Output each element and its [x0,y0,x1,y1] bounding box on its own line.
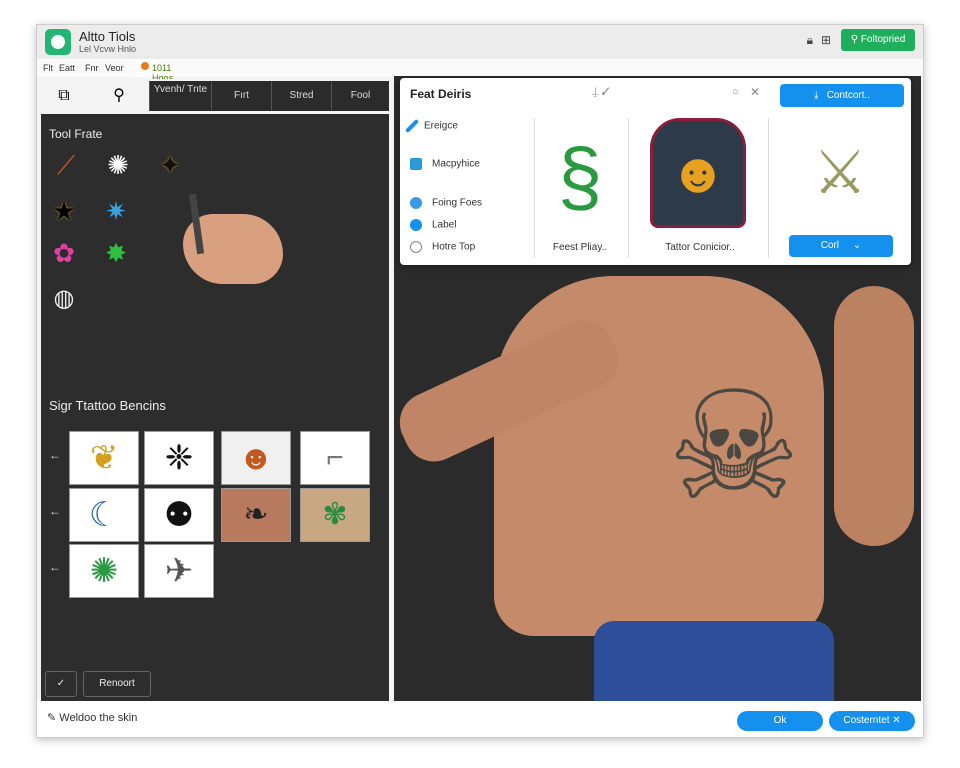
app-logo [45,29,71,55]
design-thumb[interactable]: ⌐ [300,431,370,485]
tab-3[interactable]: Fool [331,81,389,111]
design-thumb[interactable]: ✈ [144,544,214,598]
design-thumb[interactable]: ❈ [144,431,214,485]
sun-tool-icon[interactable]: ✺ [103,150,133,180]
app-title: Altto Tiols [79,29,136,44]
menu-find[interactable]: Fnr [85,63,99,73]
footer-bar: ✎ Weldoo the skin Ok Costerntet ✕ [37,701,923,737]
left-panel: Tool Frate ⟋ ✺ ✦ ★ ✷ ✿ ✸ ◍ Sigr Ttattoo … [41,114,389,701]
tab-2[interactable]: Stred [271,81,331,111]
skull-design[interactable]: ☻ [650,118,746,228]
snake-design[interactable]: § [550,118,610,236]
popup-title: Feat Deiris [410,87,472,101]
star-tool-icon[interactable]: ★ [49,196,79,226]
contact-button[interactable]: ⤓ Contcort.. [780,84,904,107]
search-icon[interactable]: ⚲ [91,81,147,111]
dot-icon [141,62,149,70]
contact-label: Contcort.. [826,90,871,101]
hint-text: Weldoo the skin [59,712,138,724]
thumb-caption: Feest Pliay.. [552,242,608,253]
list-item[interactable]: Macpyhice [410,158,480,170]
settings-icon[interactable]: ○ [732,86,739,98]
cancel-button[interactable]: Costerntet ✕ [829,711,915,731]
send-icon[interactable]: ✓ [45,671,77,697]
design-thumb[interactable]: ⚉ [144,488,214,542]
arrow-left-icon[interactable]: ← [49,560,61,574]
design-thumb[interactable]: ✺ [69,544,139,598]
toolbar: ⧉ ⚲ Yvenh/ Tnte Fırt Stred Fool [41,79,389,113]
dagger-design[interactable]: ⚔ [785,118,895,228]
design-thumb[interactable]: ☾ [69,488,139,542]
list-item[interactable]: Label [410,219,456,231]
compass-tool-icon[interactable]: ◍ [49,284,79,314]
share-label: Foltopried [860,34,906,45]
report-button[interactable]: Renoort [83,671,151,697]
menu-bar: Flt Eatt Fnr Veor 1011 Hgos [37,59,923,83]
app-window: Altto Tiols Lel Vcvw Hnlo 🔒︎ ⊞ ⚲ Foltopr… [36,24,924,738]
cancel-label: Costerntet [843,715,890,726]
lock-icon[interactable]: 🔒︎ [807,33,813,48]
menu-edit[interactable]: Eatt [59,63,75,73]
arrow-left-icon[interactable]: ← [49,448,61,462]
list-item[interactable]: Hotre Top [410,241,475,253]
jeans [594,621,834,701]
hint: ✎ Weldoo the skin [47,712,138,724]
copy-icon[interactable]: ⧉ [41,81,87,111]
share-button[interactable]: ⚲ Foltopried [841,29,915,51]
tab-1[interactable]: Fırt [211,81,271,111]
right-arm [834,286,914,546]
list-item[interactable]: Foing Foes [410,197,482,209]
arrow-left-icon[interactable]: ← [49,504,61,518]
splash-tool-icon[interactable]: ✸ [101,238,131,268]
design-thumb[interactable]: ☻ [221,431,291,485]
star-blue-tool-icon[interactable]: ✷ [101,196,131,226]
brush-tool-icon[interactable]: ⟋ [51,150,81,180]
pin-icon[interactable]: ⍊ ✓ [592,86,610,99]
app-submenu: Lel Vcvw Hnlo [79,44,137,54]
list-item[interactable]: Ereigce [404,118,458,134]
menu-file[interactable]: Flt [43,63,53,73]
design-thumb[interactable]: ❦ [69,431,139,485]
flower-tool-icon[interactable]: ✿ [49,238,79,268]
close-icon[interactable]: ✕ [750,85,760,99]
menu-view[interactable]: Veor [105,63,124,73]
title-bar: Altto Tiols Lel Vcvw Hnlo 🔒︎ ⊞ ⚲ Foltopr… [37,25,923,59]
card-label: Corl [820,240,840,251]
designs-popup: Feat Deiris ⍊ ✓ ○ ✕ ⤓ Contcort.. Ereigce… [400,78,911,265]
thumb-caption: Tattor Conicior.. [665,242,735,253]
back-tattoo: ☠︎ [666,362,802,530]
card-dropdown[interactable]: Corl ⌄ [789,235,893,257]
design-thumb[interactable]: ✾ [300,488,370,542]
grid-icon[interactable]: ⊞ [821,33,831,47]
ok-button[interactable]: Ok [737,711,823,731]
design-thumb[interactable]: ❧ [221,488,291,542]
status-badge: 1011 Hgos [135,59,173,83]
gallery-title: Sigr Ttattoo Bencins [49,398,166,413]
hand-image [173,193,293,298]
tab-0[interactable]: Yvenh/ Tnte [149,81,211,111]
tool-panel-title: Tool Frate [49,127,103,141]
ornament-tool-icon[interactable]: ✦ [155,150,185,180]
